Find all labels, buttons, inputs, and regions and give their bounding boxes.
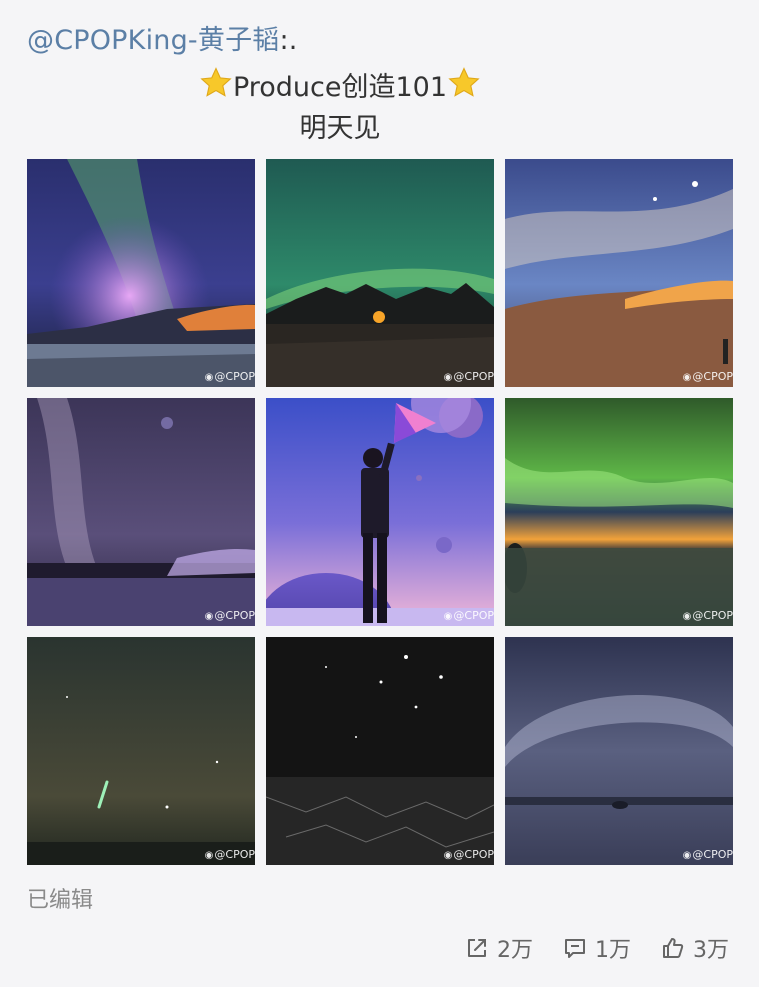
- watermark: @CPOP: [205, 609, 255, 622]
- produce-text: Produce创造101: [232, 72, 448, 103]
- photo-tile-9[interactable]: @CPOP: [505, 637, 733, 865]
- comment-button[interactable]: 1万: [563, 932, 631, 964]
- watermark: @CPOP: [444, 370, 494, 383]
- watermark: @CPOP: [683, 848, 733, 861]
- photo-grid: @CPOP @CPOP: [27, 159, 733, 865]
- star-icon: [448, 67, 480, 97]
- author-mention-link[interactable]: @CPOPKing-黄子韬: [27, 25, 279, 56]
- comment-count: 1万: [595, 938, 631, 963]
- repost-count: 2万: [497, 938, 533, 963]
- photo-tile-3[interactable]: @CPOP: [505, 159, 733, 387]
- photo-tile-6[interactable]: @CPOP: [505, 398, 733, 626]
- watermark: @CPOP: [444, 848, 494, 861]
- photo-tile-4[interactable]: @CPOP: [27, 398, 255, 626]
- like-icon: [663, 938, 684, 958]
- edited-label: 已编辑: [27, 888, 94, 913]
- photo-tile-1[interactable]: @CPOP: [27, 159, 255, 387]
- author-suffix: :.: [279, 25, 298, 56]
- like-count: 3万: [693, 938, 729, 963]
- comment-icon: [565, 939, 585, 958]
- watermark: @CPOP: [444, 609, 494, 622]
- photo-tile-7[interactable]: @CPOP: [27, 637, 255, 865]
- like-button[interactable]: 3万: [661, 932, 729, 964]
- star-icon: [200, 67, 232, 97]
- action-bar: 2万 1万 3万: [465, 930, 729, 966]
- photo-tile-2[interactable]: @CPOP: [266, 159, 494, 387]
- watermark: @CPOP: [205, 370, 255, 383]
- photo-tile-5[interactable]: @CPOP: [266, 398, 494, 626]
- watermark: @CPOP: [683, 609, 733, 622]
- post-line-produce: Produce创造101: [0, 66, 680, 107]
- weibo-post: @CPOPKing-黄子韬:. Produce创造101 明天见 ◉ @CPOP…: [0, 0, 759, 987]
- post-line-see-you: 明天见: [299, 113, 381, 144]
- repost-icon: [468, 939, 486, 957]
- photo-tile-8[interactable]: @CPOP: [266, 637, 494, 865]
- watermark: @CPOP: [683, 370, 733, 383]
- post-first-line: @CPOPKing-黄子韬:.: [27, 22, 298, 60]
- watermark: @CPOP: [205, 848, 255, 861]
- repost-button[interactable]: 2万: [465, 932, 533, 964]
